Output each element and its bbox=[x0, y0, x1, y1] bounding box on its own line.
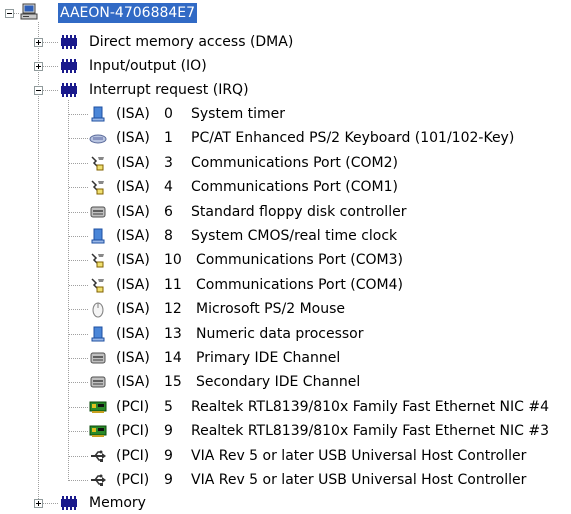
irq-device-name: VIA Rev 5 or later USB Universal Host Co… bbox=[191, 448, 527, 464]
irq-list-item[interactable]: (ISA) 6 Standard floppy disk controller bbox=[108, 202, 568, 222]
irq-number: 4 bbox=[164, 179, 173, 195]
device-resource-tree: AAEON-4706884E7 Direct memory access (DM… bbox=[0, 0, 571, 514]
irq-number: 0 bbox=[164, 106, 173, 122]
irq-number: 11 bbox=[164, 277, 182, 293]
irq-list-item[interactable]: (ISA) 0 System timer bbox=[108, 104, 568, 124]
irq-number: 9 bbox=[164, 472, 173, 488]
irq-list-item[interactable]: (PCI) 9 VIA Rev 5 or later USB Universal H… bbox=[108, 470, 568, 490]
irq-number: 8 bbox=[164, 228, 173, 244]
irq-bus-type: (ISA) bbox=[116, 374, 150, 390]
irq-bus-type: (ISA) bbox=[116, 326, 150, 342]
irq-list-item[interactable]: (PCI) 9 VIA Rev 5 or later USB Universal H… bbox=[108, 446, 568, 466]
keyboard-icon bbox=[89, 134, 107, 144]
irq-device-name: Realtek RTL8139/810x Family Fast Etherne… bbox=[191, 423, 550, 439]
chip-icon bbox=[61, 59, 77, 73]
irq-list-item[interactable]: (ISA) 11 Communications Port (COM4) bbox=[108, 275, 568, 295]
irq-device-name: Communications Port (COM2) bbox=[191, 155, 398, 171]
irq-list-item[interactable]: (ISA) 1 PC/AT Enhanced PS/2 Keyboard (101/… bbox=[108, 128, 568, 148]
irq-list-item[interactable]: (ISA) 13 Numeric data processor bbox=[108, 324, 568, 344]
irq-list-item[interactable]: (ISA) 8 System CMOS/real time clock bbox=[108, 226, 568, 246]
serial-port-icon bbox=[91, 278, 104, 293]
irq-list-item[interactable]: (ISA) 12 Microsoft PS/2 Mouse bbox=[108, 299, 568, 319]
expand-button-dma[interactable] bbox=[34, 38, 43, 47]
collapse-button-root[interactable] bbox=[5, 9, 14, 18]
irq-list-item[interactable]: (PCI) 5 Realtek RTL8139/810x Family Fast E… bbox=[108, 397, 568, 417]
irq-number: 12 bbox=[164, 301, 182, 317]
network-card-icon bbox=[89, 401, 107, 413]
chip-icon bbox=[61, 35, 77, 49]
irq-device-name: Primary IDE Channel bbox=[196, 350, 341, 366]
chip-icon bbox=[61, 83, 77, 97]
irq-number: 10 bbox=[164, 252, 182, 268]
irq-device-name: Numeric data processor bbox=[196, 326, 364, 342]
irq-bus-type: (PCI) bbox=[116, 448, 150, 464]
irq-list-item[interactable]: (PCI) 9 Realtek RTL8139/810x Family Fast E… bbox=[108, 421, 568, 441]
collapse-button-irq[interactable] bbox=[34, 86, 43, 95]
irq-bus-type: (PCI) bbox=[116, 423, 150, 439]
usb-icon bbox=[91, 474, 106, 486]
irq-number: 14 bbox=[164, 350, 182, 366]
irq-number: 6 bbox=[164, 204, 173, 220]
irq-bus-type: (ISA) bbox=[116, 130, 150, 146]
irq-device-name: System CMOS/real time clock bbox=[191, 228, 398, 244]
irq-device-name: Communications Port (COM1) bbox=[191, 179, 398, 195]
category-irq[interactable]: Interrupt request (IRQ) bbox=[87, 80, 251, 100]
irq-number: 1 bbox=[164, 130, 173, 146]
irq-list-item[interactable]: (ISA) 10 Communications Port (COM3) bbox=[108, 250, 568, 270]
category-memory[interactable]: Memory bbox=[87, 493, 148, 513]
irq-bus-type: (ISA) bbox=[116, 350, 150, 366]
irq-number: 13 bbox=[164, 326, 182, 342]
irq-list-item[interactable]: (ISA) 4 Communications Port (COM1) bbox=[108, 177, 568, 197]
irq-number: 15 bbox=[164, 374, 182, 390]
irq-bus-type: (ISA) bbox=[116, 179, 150, 195]
irq-device-name: Standard floppy disk controller bbox=[191, 204, 407, 220]
irq-bus-type: (PCI) bbox=[116, 399, 150, 415]
irq-bus-type: (ISA) bbox=[116, 252, 150, 268]
disk-controller-icon bbox=[90, 352, 106, 364]
mouse-icon bbox=[92, 302, 104, 318]
irq-list-item[interactable]: (ISA) 3 Communications Port (COM2) bbox=[108, 153, 568, 173]
irq-number: 9 bbox=[164, 423, 173, 439]
irq-device-name: Secondary IDE Channel bbox=[196, 374, 361, 390]
irq-number: 3 bbox=[164, 155, 173, 171]
computer-icon bbox=[20, 3, 38, 20]
network-card-icon bbox=[89, 425, 107, 437]
irq-number: 9 bbox=[164, 448, 173, 464]
chip-icon bbox=[61, 496, 77, 510]
irq-device-name: System timer bbox=[191, 106, 286, 122]
expand-button-memory[interactable] bbox=[34, 499, 43, 508]
disk-controller-icon bbox=[90, 376, 106, 388]
category-io[interactable]: Input/output (IO) bbox=[87, 56, 209, 76]
irq-number: 5 bbox=[164, 399, 173, 415]
expand-button-io[interactable] bbox=[34, 62, 43, 71]
root-computer-label[interactable]: AAEON-4706884E7 bbox=[58, 3, 198, 23]
system-device-icon bbox=[91, 106, 105, 122]
category-dma[interactable]: Direct memory access (DMA) bbox=[87, 32, 295, 52]
irq-list-item[interactable]: (ISA) 15 Secondary IDE Channel bbox=[108, 372, 568, 392]
serial-port-icon bbox=[91, 156, 104, 171]
irq-bus-type: (ISA) bbox=[116, 301, 150, 317]
irq-device-name: VIA Rev 5 or later USB Universal Host Co… bbox=[191, 472, 527, 488]
usb-icon bbox=[91, 450, 106, 462]
irq-device-name: Realtek RTL8139/810x Family Fast Etherne… bbox=[191, 399, 550, 415]
irq-bus-type: (ISA) bbox=[116, 204, 150, 220]
irq-bus-type: (PCI) bbox=[116, 472, 150, 488]
system-device-icon bbox=[91, 228, 105, 244]
irq-bus-type: (ISA) bbox=[116, 155, 150, 171]
irq-device-name: Microsoft PS/2 Mouse bbox=[196, 301, 345, 317]
irq-device-name: Communications Port (COM4) bbox=[196, 277, 403, 293]
irq-device-name: Communications Port (COM3) bbox=[196, 252, 403, 268]
serial-port-icon bbox=[91, 180, 104, 195]
serial-port-icon bbox=[91, 253, 104, 268]
irq-bus-type: (ISA) bbox=[116, 228, 150, 244]
irq-list-item[interactable]: (ISA) 14 Primary IDE Channel bbox=[108, 348, 568, 368]
disk-controller-icon bbox=[90, 206, 106, 218]
irq-bus-type: (ISA) bbox=[116, 277, 150, 293]
irq-bus-type: (ISA) bbox=[116, 106, 150, 122]
system-device-icon bbox=[91, 326, 105, 342]
irq-device-name: PC/AT Enhanced PS/2 Keyboard (101/102-Ke… bbox=[191, 130, 515, 146]
